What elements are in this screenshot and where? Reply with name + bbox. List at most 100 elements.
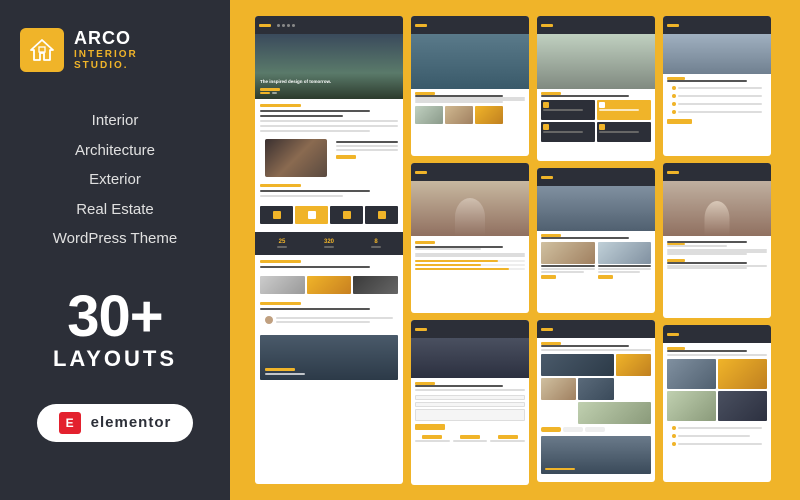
form-field-name[interactable] bbox=[415, 395, 525, 400]
form-field-message[interactable] bbox=[415, 409, 525, 421]
proj-thumb-2 bbox=[718, 359, 767, 389]
logo2 bbox=[415, 24, 427, 27]
blog-post-1 bbox=[541, 242, 595, 279]
check-3 bbox=[672, 102, 676, 106]
stat-1: 25 bbox=[260, 236, 304, 251]
logo-nav-dot bbox=[259, 24, 271, 27]
tagline-architecture: Architecture bbox=[75, 138, 155, 164]
c2-desc3 bbox=[415, 101, 503, 103]
skill-bar-2 bbox=[415, 264, 525, 266]
proj-cta[interactable] bbox=[667, 119, 692, 124]
gallery-wide bbox=[578, 402, 651, 424]
stat-num-3 bbox=[498, 435, 518, 439]
skills-section bbox=[415, 260, 525, 270]
stat-2-label bbox=[324, 246, 334, 248]
form-field-email[interactable] bbox=[415, 402, 525, 407]
testimonials-title bbox=[260, 308, 370, 310]
preview-col-1: The inspired design of tomorrow. bbox=[255, 16, 403, 484]
about-preview-card bbox=[411, 16, 529, 156]
portfolio-thumb-3 bbox=[353, 276, 398, 294]
hero2 bbox=[411, 34, 529, 89]
hero-dot bbox=[272, 92, 277, 94]
filter-exterior[interactable] bbox=[585, 427, 605, 432]
footer-stats bbox=[415, 435, 525, 442]
proj-detail-text-1 bbox=[678, 87, 762, 89]
proj-detail-text-4 bbox=[678, 111, 762, 113]
preview-col-4 bbox=[663, 16, 771, 484]
elementor-label: elementor bbox=[91, 414, 172, 431]
proj-detail-1 bbox=[667, 86, 767, 90]
card5-nav bbox=[537, 16, 655, 34]
building-text bbox=[265, 373, 305, 375]
gallery-overlay bbox=[545, 468, 575, 470]
stat-lbl-1 bbox=[415, 440, 450, 442]
skill-bar-1 bbox=[415, 260, 525, 262]
blog-post-2 bbox=[598, 242, 652, 279]
tagline-interior: Interior bbox=[92, 108, 139, 134]
hero-dot-active bbox=[260, 92, 270, 94]
tagline-realestate: Real Estate bbox=[76, 197, 154, 223]
feat-text-3 bbox=[678, 443, 762, 445]
c7-desc bbox=[541, 349, 651, 351]
check-1 bbox=[672, 86, 676, 90]
project-details bbox=[667, 85, 767, 115]
blog-read-more bbox=[541, 275, 556, 279]
stat-2-number: 320 bbox=[324, 239, 334, 245]
gallery-grid bbox=[541, 354, 651, 424]
filter-interior[interactable] bbox=[563, 427, 583, 432]
stat-num-2 bbox=[460, 435, 480, 439]
contact-hero bbox=[411, 338, 529, 378]
blog-title-2 bbox=[598, 265, 652, 267]
left-panel: ARCO INTERIOR STUDIO. Interior Architect… bbox=[0, 0, 230, 500]
project-preview-card bbox=[663, 16, 771, 156]
brand-name: ARCO bbox=[74, 29, 138, 49]
svc-item-3 bbox=[541, 122, 595, 142]
portfolio-accent bbox=[260, 260, 301, 263]
layouts-section: 30+ LAYOUTS bbox=[53, 288, 177, 372]
person-silhouette bbox=[455, 198, 485, 236]
feature-1 bbox=[667, 426, 767, 430]
logo9 bbox=[667, 171, 679, 174]
card2-content bbox=[411, 89, 529, 127]
services-grid bbox=[541, 100, 651, 142]
hero-cta bbox=[260, 88, 280, 91]
form-submit-btn[interactable] bbox=[415, 424, 445, 430]
feat-check-1 bbox=[672, 426, 676, 430]
c3-role bbox=[415, 248, 481, 250]
testimonial-1 bbox=[260, 313, 398, 327]
layouts-count: 30+ bbox=[53, 288, 177, 346]
service-box-4 bbox=[365, 206, 398, 224]
right-panel: The inspired design of tomorrow. bbox=[230, 0, 800, 500]
c7-title bbox=[541, 345, 629, 347]
feat-text-2 bbox=[678, 435, 750, 437]
section-title-line2 bbox=[260, 115, 343, 117]
portfolio-thumb-2 bbox=[307, 276, 352, 294]
hero-headline: The inspired design of tomorrow. bbox=[260, 79, 398, 85]
c6-title bbox=[541, 237, 629, 239]
card3-nav bbox=[411, 163, 529, 181]
proj-detail-text-3 bbox=[678, 103, 762, 105]
logo-text: ARCO INTERIOR STUDIO. bbox=[74, 29, 138, 71]
card2-nav bbox=[411, 16, 529, 34]
c2-thumb2 bbox=[445, 106, 473, 124]
card7-nav bbox=[537, 320, 655, 338]
skill-bar-3 bbox=[415, 268, 525, 270]
edu-title bbox=[667, 262, 747, 264]
int-title bbox=[336, 141, 398, 143]
c4-title bbox=[415, 385, 503, 387]
check-2 bbox=[672, 94, 676, 98]
svc-icon-1 bbox=[543, 102, 549, 108]
card6-nav bbox=[537, 168, 655, 186]
filter-all[interactable] bbox=[541, 427, 561, 432]
logo6 bbox=[541, 176, 553, 179]
main-preview-card: The inspired design of tomorrow. bbox=[255, 16, 403, 484]
gallery-filters bbox=[541, 427, 651, 432]
gallery-accent-line bbox=[545, 468, 575, 470]
svc-icon-2 bbox=[599, 102, 605, 108]
blog-img-1 bbox=[541, 242, 595, 264]
c10-title bbox=[667, 350, 747, 352]
service-box-3 bbox=[330, 206, 363, 224]
hero-text-overlay: The inspired design of tomorrow. bbox=[260, 79, 398, 91]
card7-content bbox=[537, 338, 655, 478]
card4-nav bbox=[411, 320, 529, 338]
